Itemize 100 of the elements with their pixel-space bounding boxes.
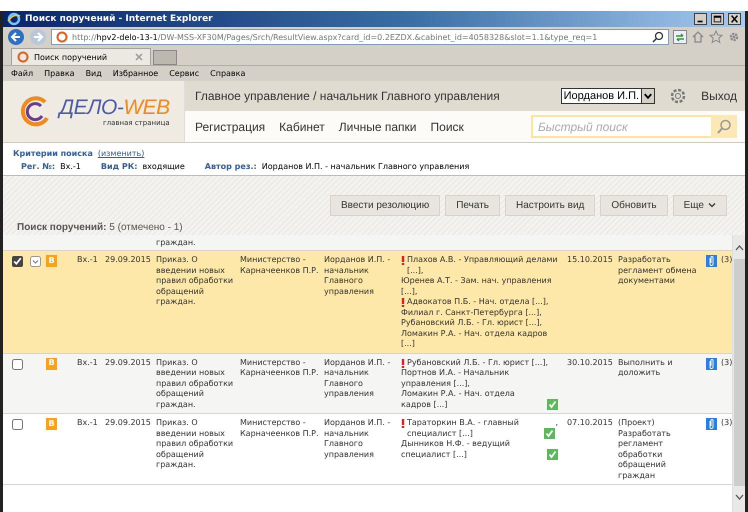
browser-tab[interactable]: Поиск поручений — [11, 48, 151, 65]
nav-link[interactable]: Личные папки — [338, 120, 417, 134]
refresh-icon[interactable] — [673, 30, 687, 44]
tab-label: Поиск поручений — [34, 52, 108, 62]
executor-text: Тараторкин В.А. - главный специалист [...] — [407, 418, 520, 439]
table-cell-text: 29.09.2015 — [105, 418, 152, 429]
executor-text: Дынников Н.Ф. - ведущий специалист [...] — [401, 439, 512, 460]
user-select[interactable]: Иорданов И.П. — [560, 88, 656, 104]
criteria-value: входящие — [142, 162, 185, 171]
window-title: Поиск поручений - Internet Explorer — [25, 14, 214, 24]
paperclip-icon[interactable] — [706, 358, 717, 370]
table-cell-text: Иорданов И.П. - начальник Главного управления — [324, 255, 392, 298]
settings-icon[interactable] — [669, 87, 688, 105]
address-field[interactable]: http://hpv2-delo-13-1/DW-MSS-XF30M/Pages/Srch/ResultView.aspx?card_id=0.2EZDX.&cabinet_id=4058328&slot=1.1&type_req=1 — [51, 29, 669, 45]
type-badge: В — [46, 358, 57, 370]
table-cell-text: 29.09.2015 — [105, 358, 152, 368]
table-cell-text: Приказ. О введении новых правил обработки обращений граждан. — [156, 418, 234, 471]
close-icon[interactable] — [728, 13, 741, 25]
page-icon — [16, 50, 30, 64]
table-cell-text: (Проект) Разработать регламент обработки обращений граждан — [618, 418, 672, 481]
scrollbar-thumb[interactable] — [734, 259, 744, 486]
executor-text: Филиал г. Санкт-Петербурга [...], — [401, 308, 542, 318]
executor-text: Ломакин Р.А. - Нач. отдела кадров [...] — [401, 389, 516, 410]
table-cell-text: Министерство - Карначеенков П.Р. — [240, 358, 320, 379]
table-cell-text: Министерство - Карначеенков П.Р. — [240, 418, 320, 440]
nav-link[interactable]: Поиск — [430, 120, 464, 134]
criteria-label: Рег. №: — [21, 162, 56, 171]
criteria-label: Вид РК: — [100, 162, 138, 171]
back-icon[interactable] — [7, 28, 25, 46]
executor-text: Юренев А.Т. - Зам. нач. управления [...], — [401, 276, 552, 297]
executor-text: Плахов А.В. - Управляющий делами [...], — [407, 255, 558, 276]
criteria-value: Иорданов И.П. - начальник Главного управления — [262, 162, 470, 171]
nav-link[interactable]: Регистрация — [195, 120, 266, 134]
attachment-count: (3) — [721, 255, 732, 266]
url-text: http://hpv2-delo-13-1/DW-MSS-XF30M/Pages/Srch/ResultView.aspx?card_id=0.2EZDX.&cabinet_id=4058328&slot=1.1&type_req=1 — [72, 32, 598, 42]
table-cell-text: Приказ. О введении новых правил обработки обращений граждан. — [156, 358, 234, 410]
table-cell-text: Министерство - Карначеенков П.Р. — [240, 255, 320, 277]
criteria-title: Критерии поиска — [13, 149, 93, 158]
row-checkbox[interactable] — [12, 358, 23, 370]
toolbar-button[interactable]: Настроить вид — [504, 195, 596, 216]
paperclip-icon[interactable] — [706, 255, 717, 267]
row-checkbox[interactable] — [12, 256, 23, 267]
browser-logo-icon — [7, 12, 21, 26]
toolbar-button[interactable]: Печать — [445, 195, 500, 216]
menu-item[interactable]: Вид — [86, 69, 102, 78]
table-row[interactable] — [3, 354, 732, 414]
table-cell-text: Разработать регламент обмена документами — [618, 255, 698, 287]
change-link[interactable]: (изменить) — [98, 149, 144, 158]
menu-item[interactable]: Правка — [44, 69, 75, 78]
star-icon[interactable] — [709, 30, 723, 44]
executor-text: Ломакин Р.А. - Нач. отдела кадров [...] — [401, 328, 548, 350]
toolbar-button[interactable]: Ввести резолюцию — [330, 195, 440, 216]
logout-link[interactable]: Выход — [701, 89, 737, 103]
results-summary: Поиск поручений: 5 (отмечено - 1) — [17, 222, 184, 233]
nav-link[interactable]: Кабинет — [279, 120, 325, 134]
toolbar-button[interactable]: Обновить — [600, 195, 668, 216]
table-cell-text: Приказ. О введении новых правил обработки обращений граждан. — [156, 255, 234, 308]
executor-text: Рубановский Л.Б. - Гл. юрист [...], — [401, 318, 542, 328]
executor-text: Рубановский Л.Б. - Гл. юрист [...], — [407, 358, 548, 368]
scroll-down-icon[interactable] — [734, 494, 744, 500]
table-cell-text: Иорданов И.П. - начальник Главного управления — [324, 358, 392, 400]
scrollbar[interactable] — [732, 235, 745, 512]
table-cell-text: 30.10.2015 — [567, 358, 614, 368]
menu-item[interactable]: Файл — [11, 69, 34, 78]
quick-search-field[interactable]: Быстрый поиск — [531, 115, 711, 138]
search-icon[interactable] — [651, 30, 665, 44]
page-heading: Главное управление / начальник Главного управления — [195, 89, 501, 103]
menu-item[interactable]: Справка — [210, 69, 246, 78]
table-cell-text: Вх.-1 — [77, 358, 99, 368]
dropdown-icon[interactable] — [30, 256, 41, 267]
table-cell-text: 29.09.2015 — [105, 255, 152, 266]
paperclip-icon[interactable] — [706, 418, 717, 430]
table-cell-text: Вх.-1 — [77, 418, 99, 429]
criteria-value: Вх.-1 — [60, 162, 81, 171]
minimize-icon[interactable] — [694, 13, 707, 25]
attachment-count: (3) — [721, 418, 732, 428]
home-icon[interactable] — [691, 30, 705, 44]
table-cell-text: 07.10.2015 — [567, 418, 614, 429]
attachment-count: (3) — [721, 358, 732, 368]
table-cell-text: 15.10.2015 — [567, 255, 614, 266]
menu-item[interactable]: Избранное — [112, 69, 158, 78]
table-cell-text: Выполнить и доложить — [618, 358, 674, 379]
page-icon — [55, 30, 69, 44]
caret-icon[interactable] — [641, 89, 654, 103]
toolbar-button[interactable]: Еще — [672, 195, 727, 216]
settings-icon[interactable] — [727, 30, 741, 44]
executor-text: Портнов И.А. - Начальник управления [...], — [401, 368, 510, 389]
table-cell-text: Вх.-1 — [77, 255, 99, 266]
scroll-up-icon[interactable] — [734, 245, 744, 251]
menu-item[interactable]: Сервис — [169, 69, 200, 78]
type-badge: В — [46, 255, 57, 267]
row-checkbox[interactable] — [12, 419, 23, 430]
separator-text: , — [555, 418, 558, 428]
criteria-label: Автор рез.: — [204, 162, 257, 171]
table-row[interactable] — [3, 251, 732, 354]
type-badge: В — [46, 418, 57, 430]
chevron-icon — [708, 203, 716, 208]
logo-text: ДЕЛО-WEB — [59, 96, 170, 118]
maximize-icon[interactable] — [711, 13, 724, 25]
table-cell-text: Иорданов И.П. - начальник Главного управления — [324, 418, 392, 461]
